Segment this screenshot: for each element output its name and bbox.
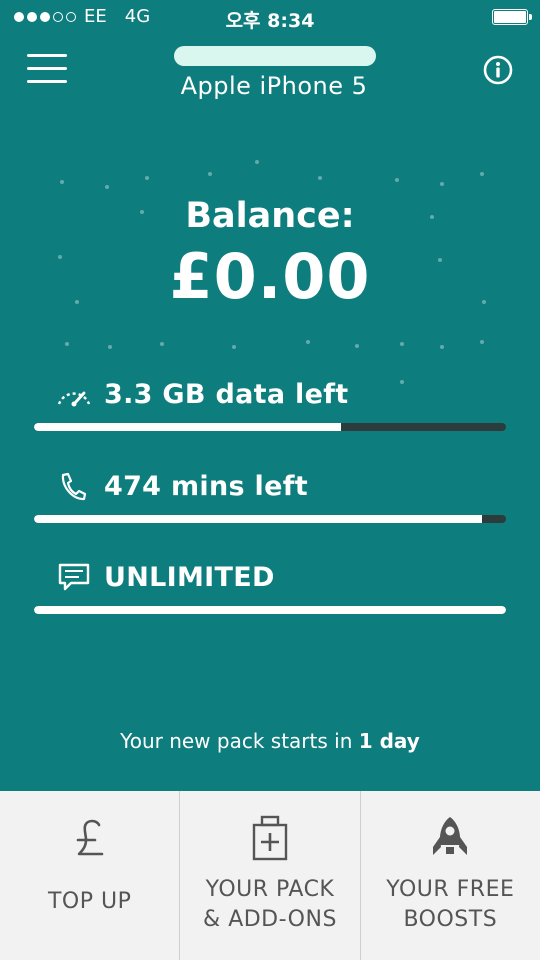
texts-allowance: UNLIMITED (34, 557, 506, 614)
pack-note-text: Your new pack starts in (120, 729, 353, 753)
top-up-label: TOP UP (47, 889, 132, 914)
message-icon (54, 561, 94, 593)
gauge-icon (54, 378, 94, 410)
balance-amount: £0.00 (169, 240, 371, 313)
device-name: Apple iPhone 5 (180, 72, 368, 100)
texts-allowance-label: UNLIMITED (104, 561, 275, 593)
data-progress-bar (34, 423, 506, 431)
pack-note-days: 1 day (358, 729, 420, 753)
data-allowance-label: 3.3 GB data left (104, 378, 349, 410)
battery-icon (492, 9, 532, 25)
medkit-icon (245, 813, 295, 863)
your-pack-label: YOUR PACK & ADD-ONS (203, 877, 337, 932)
your-pack-button[interactable]: YOUR PACK & ADD-ONS (180, 791, 361, 960)
minutes-progress-bar (34, 515, 506, 523)
bottom-navigation: TOP UP YOUR PACK & ADD-ONS YOUR FREE BOO… (0, 791, 540, 960)
pack-renewal-note: Your new pack starts in 1 day (0, 729, 540, 753)
free-boosts-label: YOUR FREE BOOSTS (386, 877, 515, 932)
texts-progress-bar (34, 606, 506, 614)
minutes-allowance-label: 474 mins left (104, 470, 308, 502)
rocket-icon (425, 813, 475, 863)
pound-icon (65, 813, 115, 863)
account-number-redacted (174, 46, 376, 66)
data-allowance: 3.3 GB data left (34, 374, 506, 431)
status-bar: EE 4G 오후 8:34 (0, 0, 540, 36)
phone-icon (54, 470, 94, 502)
status-time: 오후 8:34 (225, 10, 315, 32)
free-boosts-button[interactable]: YOUR FREE BOOSTS (361, 791, 540, 960)
info-icon[interactable] (483, 55, 513, 85)
balance-label: Balance: (185, 196, 355, 236)
minutes-allowance: 474 mins left (34, 466, 506, 523)
top-up-button[interactable]: TOP UP (0, 791, 181, 960)
